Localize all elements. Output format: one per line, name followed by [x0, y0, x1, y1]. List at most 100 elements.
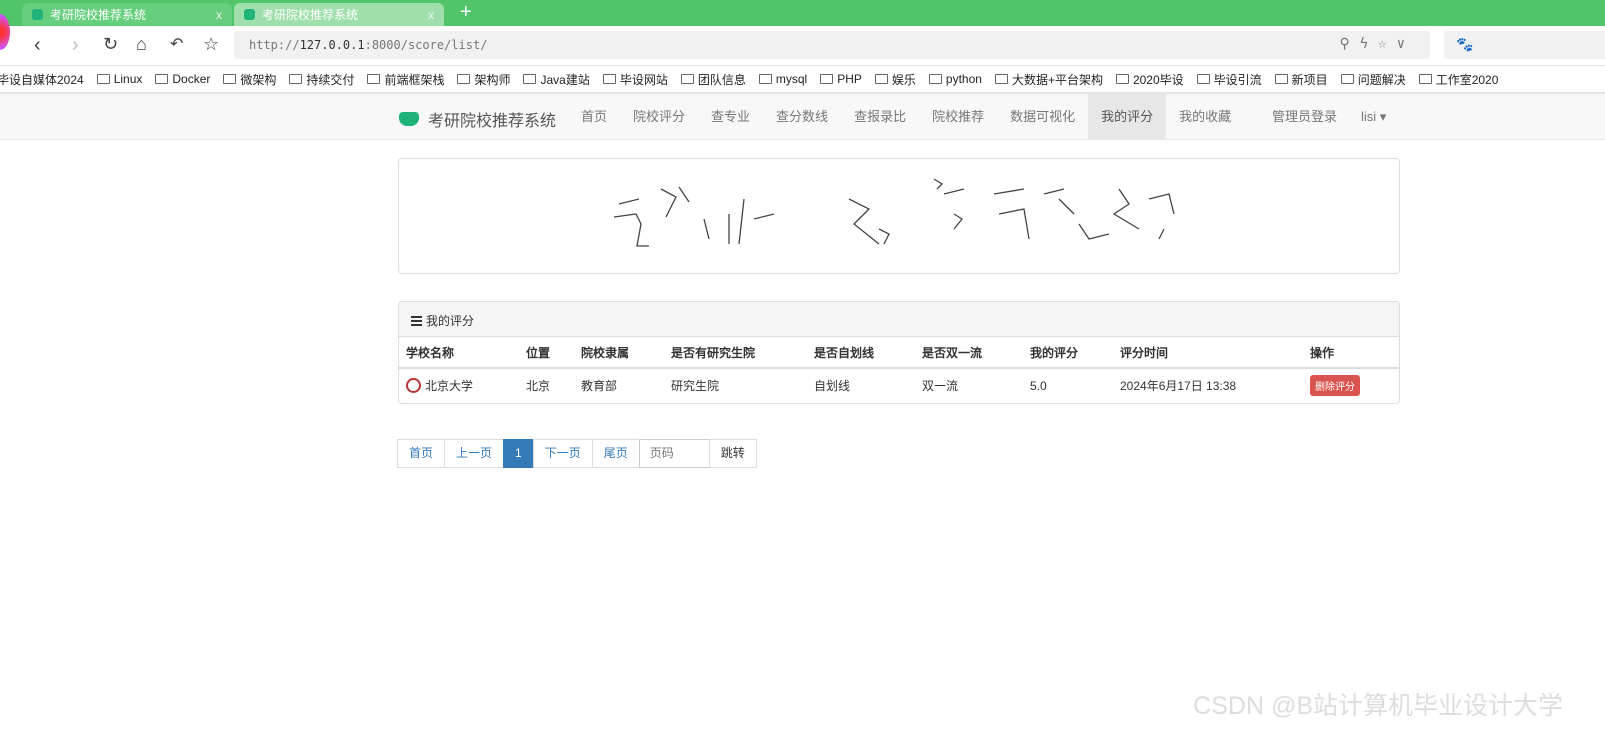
jump-button[interactable]: 跳转 [708, 439, 757, 468]
folder-icon [96, 74, 110, 84]
folder-icon [1418, 74, 1432, 84]
folder-icon [602, 74, 616, 84]
cell-double-first: 双一流 [922, 379, 959, 393]
browser-tab-active[interactable]: 考研院校推荐系统 x [234, 3, 444, 26]
baidu-paw-icon: 🐾 [1456, 36, 1474, 52]
current-page[interactable]: 1 [503, 439, 534, 468]
cell-location: 北京 [526, 379, 551, 393]
folder-icon [874, 74, 888, 84]
cell-self-line: 自划线 [814, 379, 851, 393]
column-header: 学校名称 [399, 337, 519, 369]
folder-icon [1196, 74, 1210, 84]
column-header: 院校隶属 [574, 337, 664, 369]
bookmark-item[interactable]: 持续交付 [289, 71, 354, 88]
folder-icon [367, 74, 381, 84]
url-action-icons[interactable]: ⚲ϟ☆∨ [1339, 36, 1415, 52]
bookmark-item[interactable]: 娱乐 [874, 71, 916, 88]
folder-icon [155, 74, 169, 84]
favicon-icon [32, 9, 43, 20]
browser-tab-bar: 考研院校推荐系统 x 考研院校推荐系统 x + [0, 0, 1605, 26]
app-navbar: 考研院校推荐系统 首页 院校评分 查专业 查分数线 查报录比 院校推荐 数据可视化 我的评分我… [0, 94, 1605, 140]
nav-item[interactable]: 数据可视化 [997, 94, 1088, 140]
bookmark-item[interactable]: 大数据+平台架构 [994, 71, 1103, 88]
bookmarks-bar: 毕设自媒体2024 Linux Docker 微架构 持续交付 前端框架栈 架构师 Java建… [0, 66, 1605, 94]
nav-item[interactable]: 查专业 [698, 94, 763, 140]
pagination: 首页 上一页 1 下一页 尾页 跳转 [397, 439, 757, 468]
close-tab-icon[interactable]: x [428, 8, 434, 22]
address-bar[interactable]: http://127.0.0.1:8000/score/list/⚲ϟ☆∨ [234, 31, 1430, 59]
column-header: 是否双一流 [915, 337, 1023, 369]
folder-icon [928, 74, 942, 84]
back-icon[interactable]: ‹ [34, 34, 41, 57]
bookmark-item[interactable]: Linux [96, 72, 142, 86]
brand[interactable]: 考研院校推荐系统 [399, 107, 556, 131]
home-icon[interactable]: ⌂ [136, 34, 147, 55]
bookmark-item[interactable]: 微架构 [223, 71, 276, 88]
forward-icon[interactable]: › [72, 34, 79, 57]
bookmark-item[interactable]: 前端框架栈 [367, 71, 444, 88]
bookmark-item[interactable]: 架构师 [457, 71, 510, 88]
undo-icon[interactable]: ↶ [170, 34, 183, 54]
bookmark-item[interactable]: 新项目 [1274, 71, 1328, 88]
table-row: 北京大学 北京 教育部 研究生院 自划线 双一流 5.0 2024年6月17日 … [399, 368, 1399, 402]
bookmark-item[interactable]: 2020毕设 [1115, 71, 1184, 88]
user-dropdown[interactable]: lisi ▾ [1349, 94, 1398, 140]
close-tab-icon[interactable]: x [216, 8, 222, 22]
cell-graduate-school: 研究生院 [671, 379, 720, 393]
prev-page-link[interactable]: 上一页 [444, 439, 505, 468]
column-header: 评分时间 [1113, 337, 1303, 369]
cell-school-name[interactable]: 北京大学 [425, 379, 473, 393]
nav-item[interactable]: 查报录比 [841, 94, 919, 140]
bookmark-item[interactable]: 毕设引流 [1196, 71, 1262, 88]
column-header: 操作 [1303, 337, 1399, 369]
ratings-table: 学校名称 位置 院校隶属 是否有研究生院 是否自划线 是否双一流 我的评分 评分时间 操作 北京… [399, 337, 1399, 402]
next-page-link[interactable]: 下一页 [532, 439, 593, 468]
bookmark-item[interactable]: 问题解决 [1340, 71, 1406, 88]
column-header: 是否自划线 [807, 337, 915, 369]
folder-icon [820, 74, 834, 84]
nav-item[interactable]: 院校评分 [620, 94, 698, 140]
bookmark-item[interactable]: python [928, 72, 982, 86]
bookmark-star-icon[interactable]: ☆ [203, 34, 219, 55]
bookmark-item[interactable]: 毕设自媒体2024 [0, 71, 84, 88]
last-page-link[interactable]: 尾页 [591, 439, 640, 468]
favicon-icon [244, 9, 255, 20]
nav-item[interactable]: 我的收藏 [1166, 94, 1244, 140]
column-header: 位置 [519, 337, 574, 369]
new-tab-button[interactable]: + [460, 1, 472, 24]
bookmark-item[interactable]: mysql [758, 72, 807, 86]
bookmark-item[interactable]: 毕设网站 [602, 71, 668, 88]
folder-icon [289, 74, 303, 84]
watermark: CSDN @B站计算机毕业设计大学 [1193, 692, 1563, 720]
my-ratings-panel: 我的评分 学校名称 位置 院校隶属 是否有研究生院 是否自划线 是否双一流 我的评分 评分时间… [398, 301, 1400, 404]
page-number-input[interactable] [638, 439, 710, 468]
folder-icon [1274, 74, 1288, 84]
folder-icon [1115, 74, 1129, 84]
cell-time: 2024年6月17日 13:38 [1120, 379, 1237, 393]
folder-icon [680, 74, 694, 84]
search-box[interactable]: 🐾 [1444, 31, 1605, 59]
folder-icon [758, 74, 772, 84]
admin-login-link[interactable]: 管理员登录 [1260, 94, 1349, 140]
bookmark-item[interactable]: 工作室2020 [1418, 71, 1498, 88]
folder-icon [1340, 74, 1354, 84]
browser-tab[interactable]: 考研院校推荐系统 x [22, 3, 232, 26]
bookmark-item[interactable]: Docker [155, 72, 210, 86]
nav-item[interactable]: 查分数线 [763, 94, 841, 140]
panel-title: 我的评分 [426, 314, 475, 328]
first-page-link[interactable]: 首页 [397, 439, 446, 468]
cell-score: 5.0 [1030, 378, 1047, 393]
nav-item[interactable]: 首页 [568, 94, 620, 140]
delete-rating-button[interactable]: 删除评分 [1310, 375, 1360, 396]
bookmark-item[interactable]: Java建站 [523, 71, 590, 88]
folder-icon [994, 74, 1008, 84]
column-header: 是否有研究生院 [664, 337, 807, 369]
nav-item[interactable]: 院校推荐 [919, 94, 997, 140]
main-menu: 首页 院校评分 查专业 查分数线 查报录比 院校推荐 数据可视化 我的评分 我的收藏 [568, 94, 1244, 140]
captcha-style-banner-image [398, 158, 1400, 274]
nav-item[interactable]: 我的评分 [1088, 94, 1167, 140]
reload-icon[interactable]: ↻ [103, 34, 118, 55]
bookmark-item[interactable]: 团队信息 [680, 71, 746, 88]
bookmark-item[interactable]: PHP [820, 72, 862, 86]
folder-icon [523, 74, 537, 84]
